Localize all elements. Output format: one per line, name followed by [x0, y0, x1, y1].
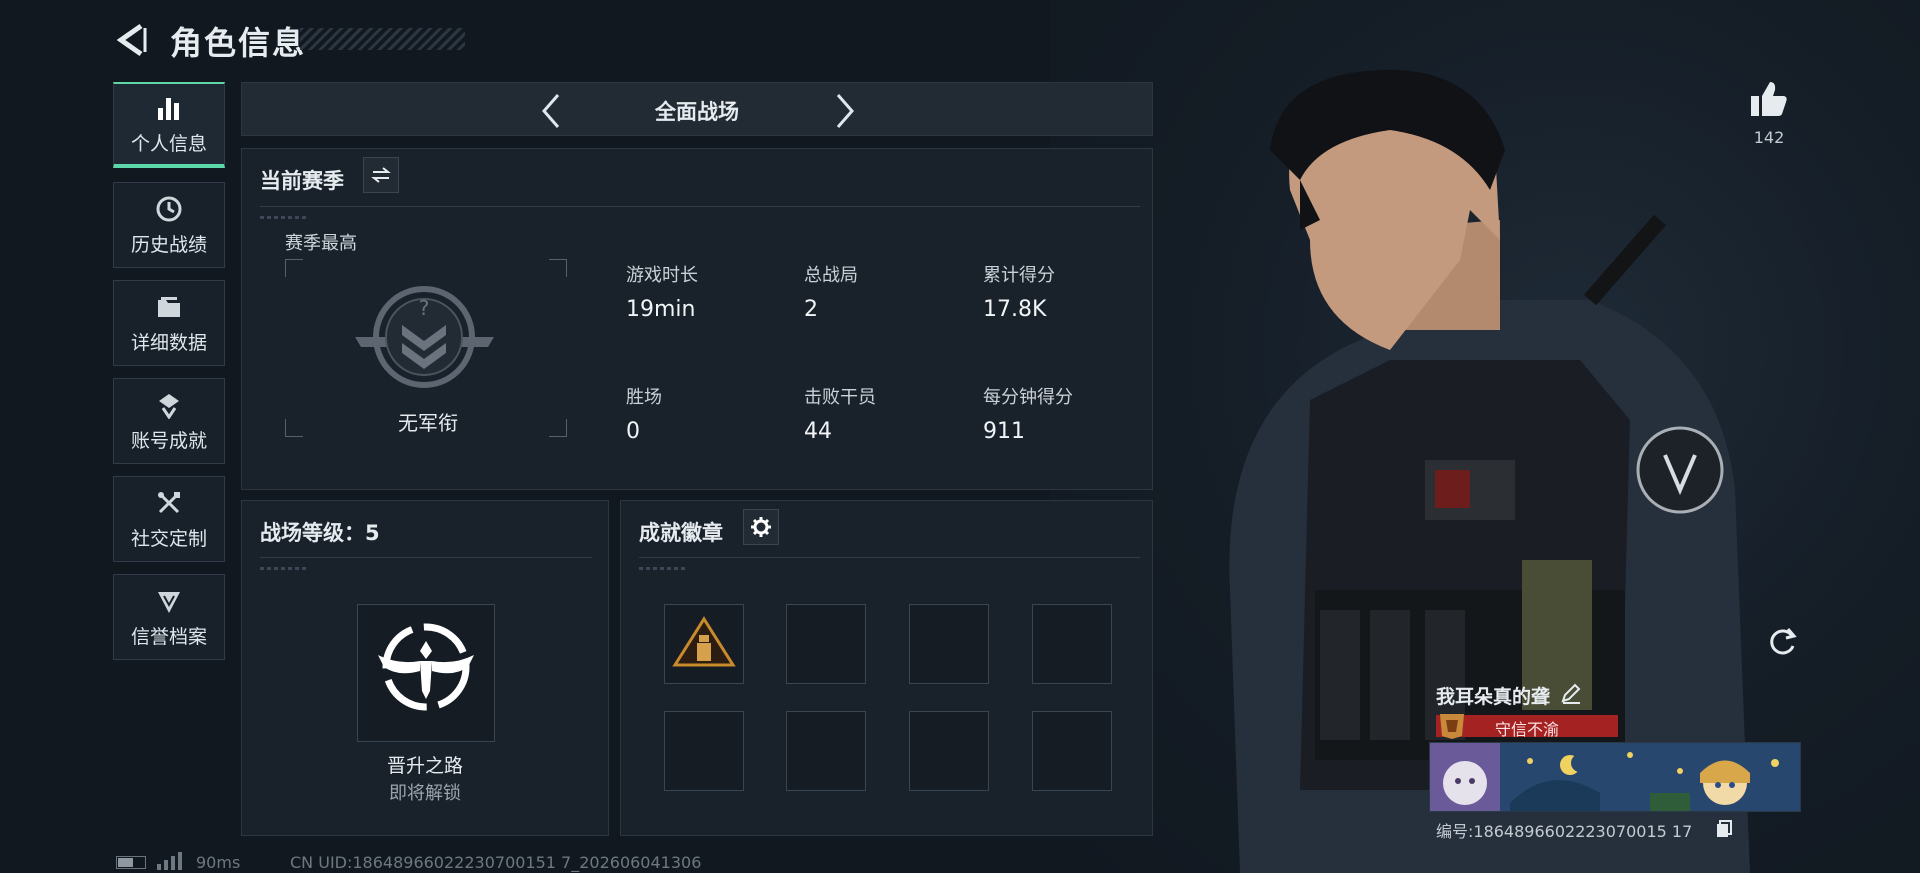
- player-name: 我耳朵真的聋: [1436, 686, 1551, 708]
- folder-icon: [154, 292, 184, 322]
- level-name: 晋升之路: [386, 755, 463, 777]
- reputation-emblem-icon: [1436, 712, 1468, 740]
- profile-banner: [1429, 742, 1801, 812]
- battery-icon: [116, 856, 146, 869]
- nav-item-profile[interactable]: 个人信息: [113, 82, 225, 168]
- pencil-icon[interactable]: [1560, 682, 1582, 704]
- svg-text:?: ?: [419, 296, 430, 320]
- level-status: 即将解锁: [389, 783, 461, 804]
- divider: [260, 557, 592, 558]
- nav-item-reputation[interactable]: 信誉档案: [113, 574, 225, 660]
- badge-slot-empty[interactable]: [909, 604, 989, 684]
- nav-label: 历史战绩: [130, 233, 207, 256]
- pyramid-badge-icon: [672, 616, 736, 667]
- dash-decoration: [260, 567, 306, 570]
- badge-slot-empty[interactable]: [664, 711, 744, 791]
- player-id: 编号:1864896602223070015 17: [1436, 822, 1693, 841]
- stat-total-score: 累计得分 17.8K: [983, 265, 1055, 322]
- badge-slot-empty[interactable]: [1032, 604, 1112, 684]
- stat-score-per-minute: 每分钟得分 911: [983, 387, 1073, 444]
- season-title: 当前赛季: [260, 169, 344, 193]
- page-title: 角色信息: [170, 24, 307, 62]
- divider: [260, 206, 1140, 207]
- mode-title: 全面战场: [655, 100, 739, 124]
- level-title: 战场等级：5: [260, 521, 380, 545]
- stat-total-matches: 总战局 2: [804, 265, 858, 322]
- stat-play-time: 游戏时长 19min: [626, 265, 698, 322]
- season-panel: 当前赛季 赛季最高 ? 无军衔 游戏时长 19min 总战局 2 累计得分 17…: [241, 148, 1153, 490]
- badge-title: 成就徽章: [639, 521, 723, 545]
- rank-emblem-icon: ?: [347, 275, 502, 405]
- nav-label: 详细数据: [130, 331, 207, 354]
- title-decoration: [300, 28, 465, 50]
- divider: [639, 557, 1140, 558]
- nav-item-details[interactable]: 详细数据: [113, 280, 225, 366]
- badge-slot-empty[interactable]: [786, 711, 866, 791]
- level-icon-box[interactable]: [357, 604, 495, 742]
- like-count: 142: [1753, 128, 1785, 147]
- signal-icon: [156, 852, 182, 870]
- nav-item-history[interactable]: 历史战绩: [113, 182, 225, 268]
- rotate-icon[interactable]: [1764, 624, 1800, 660]
- tools-icon: [154, 488, 184, 518]
- chevron-right-icon[interactable]: [824, 91, 864, 131]
- badge-slot-filled[interactable]: [664, 604, 744, 684]
- nav-label: 社交定制: [130, 527, 207, 550]
- badge-slot-empty[interactable]: [1032, 711, 1112, 791]
- medal-icon: [154, 390, 184, 420]
- stat-wins: 胜场 0: [626, 387, 662, 444]
- uid-text: CN UID:18648966022230700151 7_2026060413…: [290, 853, 702, 872]
- copy-icon[interactable]: [1716, 820, 1732, 838]
- clock-icon: [154, 194, 184, 224]
- swap-icon[interactable]: [363, 157, 399, 193]
- nav-label: 信誉档案: [130, 625, 207, 648]
- badge-slot-empty[interactable]: [909, 711, 989, 791]
- badge-panel: 成就徽章: [620, 500, 1153, 836]
- season-best-label: 赛季最高: [285, 233, 357, 254]
- nav-label: 个人信息: [130, 132, 207, 155]
- shield-icon: [154, 586, 184, 616]
- ping-text: 90ms: [196, 853, 241, 872]
- rank-name: 无军衔: [398, 411, 458, 435]
- level-panel: 战场等级：5 晋升之路 即将解锁: [241, 500, 609, 836]
- nav-label: 账号成就: [130, 429, 207, 452]
- bar-chart-icon: [154, 93, 184, 123]
- nav-item-achievements[interactable]: 账号成就: [113, 378, 225, 464]
- dash-decoration: [639, 567, 685, 570]
- thumbs-up-icon[interactable]: [1748, 78, 1790, 120]
- gear-icon[interactable]: [743, 509, 779, 545]
- dash-decoration: [260, 216, 306, 219]
- eagle-emblem-icon: [378, 623, 474, 711]
- nav-item-social[interactable]: 社交定制: [113, 476, 225, 562]
- mode-selector: 全面战场: [241, 82, 1153, 136]
- back-arrow-icon[interactable]: [115, 22, 151, 58]
- stat-kills: 击败干员 44: [804, 387, 876, 444]
- badge-slot-empty[interactable]: [786, 604, 866, 684]
